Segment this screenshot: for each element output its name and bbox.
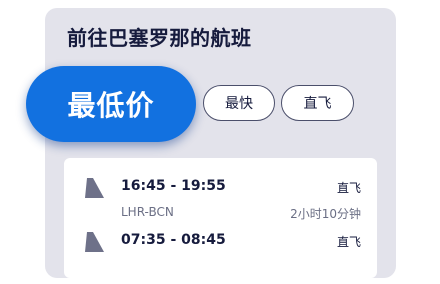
- flight-times: 07:35 - 08:45: [121, 232, 226, 248]
- sort-filter-bar: 最低价 最快 直飞: [26, 66, 366, 142]
- flight-stops: 直飞: [336, 235, 361, 249]
- airline-tail-icon: [85, 178, 104, 198]
- flight-results-list: 16:45 - 19:55 LHR-BCN 直飞 2小时10分钟 07:35 -…: [64, 158, 377, 278]
- flight-times: 16:45 - 19:55: [121, 178, 226, 194]
- airline-tail-icon: [85, 232, 104, 252]
- flight-route: LHR-BCN: [121, 205, 174, 219]
- direct-filter-chip[interactable]: 直飞: [281, 85, 354, 121]
- fastest-filter-chip[interactable]: 最快: [203, 85, 275, 121]
- flight-stops: 直飞: [336, 181, 361, 195]
- cheapest-filter-chip[interactable]: 最低价: [26, 66, 196, 142]
- flight-result-item[interactable]: 16:45 - 19:55 LHR-BCN 直飞 2小时10分钟: [64, 174, 377, 230]
- flight-result-item[interactable]: 07:35 - 08:45 直飞: [64, 228, 377, 284]
- flight-duration: 2小时10分钟: [290, 207, 361, 221]
- page-title: 前往巴塞罗那的航班: [67, 26, 252, 50]
